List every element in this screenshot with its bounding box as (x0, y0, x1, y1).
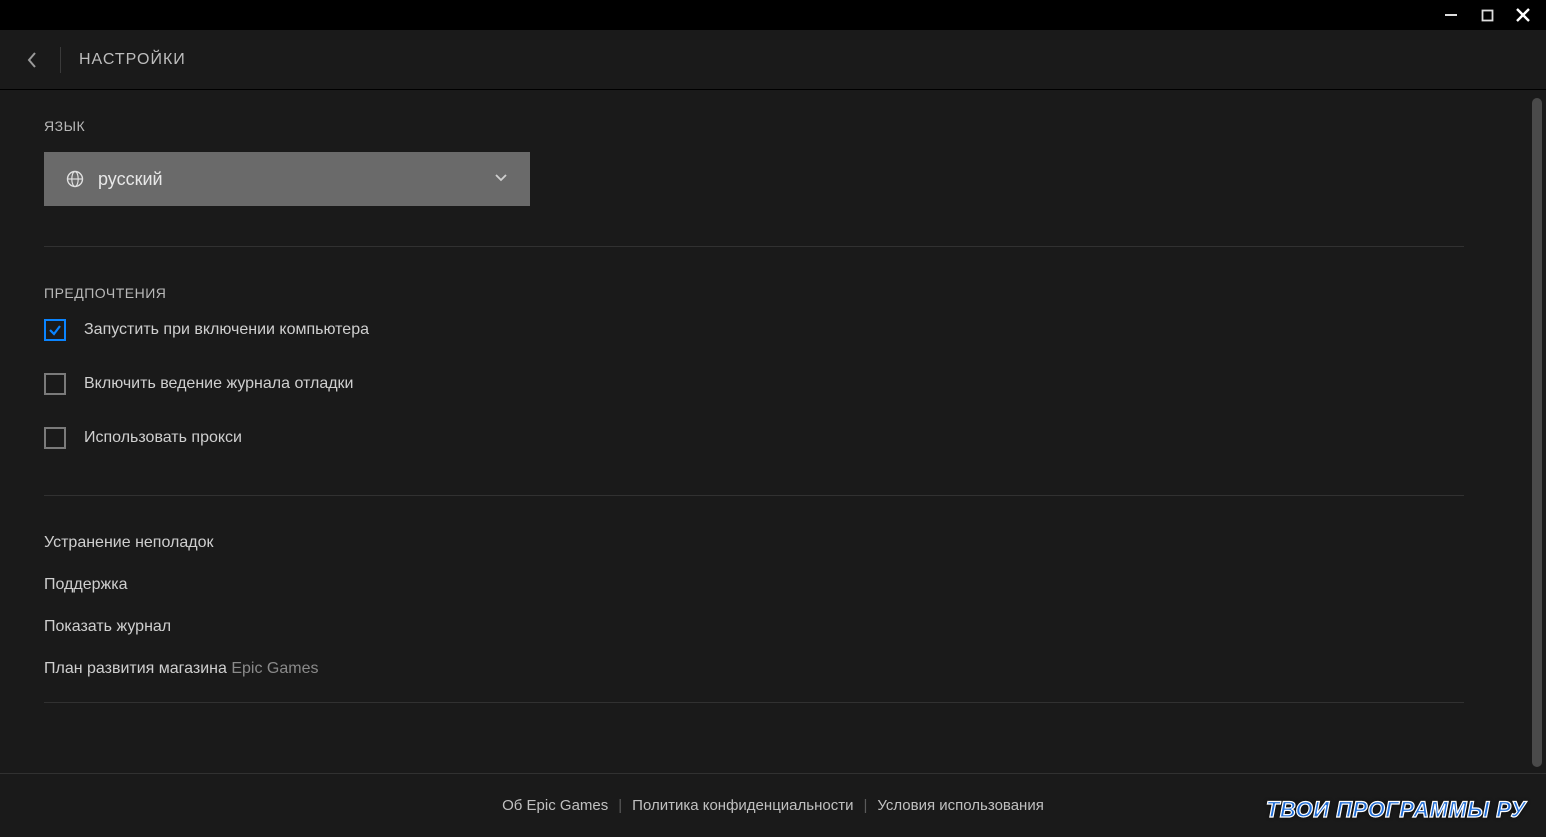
checkbox-startup[interactable] (44, 319, 66, 341)
pref-row-debug-log: Включить ведение журнала отладки (44, 373, 1496, 395)
minimize-icon (1444, 8, 1458, 22)
header-divider (60, 47, 61, 73)
maximize-icon (1481, 9, 1494, 22)
language-selected-value: русский (98, 169, 163, 190)
window-maximize-button[interactable] (1476, 4, 1498, 26)
divider (44, 495, 1464, 496)
check-icon (48, 323, 62, 337)
language-section-label: ЯЗЫК (44, 118, 1496, 134)
globe-icon (66, 170, 84, 188)
pref-row-proxy: Использовать прокси (44, 427, 1496, 449)
chevron-left-icon (26, 51, 38, 69)
scrollbar[interactable] (1532, 98, 1542, 767)
link-label: Устранение неполадок (44, 534, 213, 551)
link-roadmap[interactable]: План развития магазина Epic Games (44, 660, 1496, 678)
link-label: План развития магазина (44, 660, 231, 677)
back-button[interactable] (18, 46, 46, 74)
divider (44, 702, 1464, 703)
titlebar (0, 0, 1546, 30)
app-window: НАСТРОЙКИ ЯЗЫК русский ПРЕДПОЧТЕНИЯ (0, 0, 1546, 837)
footer-divider: | (863, 797, 867, 814)
link-label: Поддержка (44, 576, 127, 593)
checkbox-debug-log[interactable] (44, 373, 66, 395)
footer-divider: | (618, 797, 622, 814)
footer: Об Epic Games | Политика конфиденциально… (0, 773, 1546, 837)
page-title: НАСТРОЙКИ (79, 51, 186, 69)
link-troubleshooting[interactable]: Устранение неполадок (44, 534, 1496, 552)
content-wrapper: ЯЗЫК русский ПРЕДПОЧТЕНИЯ Запустить при … (0, 90, 1546, 837)
footer-terms-link[interactable]: Условия использования (877, 797, 1044, 814)
settings-content: ЯЗЫК русский ПРЕДПОЧТЕНИЯ Запустить при … (0, 90, 1546, 837)
chevron-down-icon (494, 170, 508, 188)
scrollbar-thumb[interactable] (1532, 98, 1542, 767)
divider (44, 246, 1464, 247)
close-icon (1515, 7, 1531, 23)
page-header: НАСТРОЙКИ (0, 30, 1546, 90)
link-show-journal[interactable]: Показать журнал (44, 618, 1496, 636)
checkbox-proxy[interactable] (44, 427, 66, 449)
pref-row-startup: Запустить при включении компьютера (44, 319, 1496, 341)
language-dropdown[interactable]: русский (44, 152, 530, 206)
window-close-button[interactable] (1512, 4, 1534, 26)
footer-about-link[interactable]: Об Epic Games (502, 797, 608, 814)
preferences-section-label: ПРЕДПОЧТЕНИЯ (44, 285, 1496, 301)
footer-privacy-link[interactable]: Политика конфиденциальности (632, 797, 853, 814)
pref-label: Использовать прокси (84, 429, 242, 447)
link-label: Показать журнал (44, 618, 171, 635)
link-label-muted: Epic Games (231, 660, 318, 677)
pref-label: Включить ведение журнала отладки (84, 375, 353, 393)
link-support[interactable]: Поддержка (44, 576, 1496, 594)
window-minimize-button[interactable] (1440, 4, 1462, 26)
pref-label: Запустить при включении компьютера (84, 321, 369, 339)
